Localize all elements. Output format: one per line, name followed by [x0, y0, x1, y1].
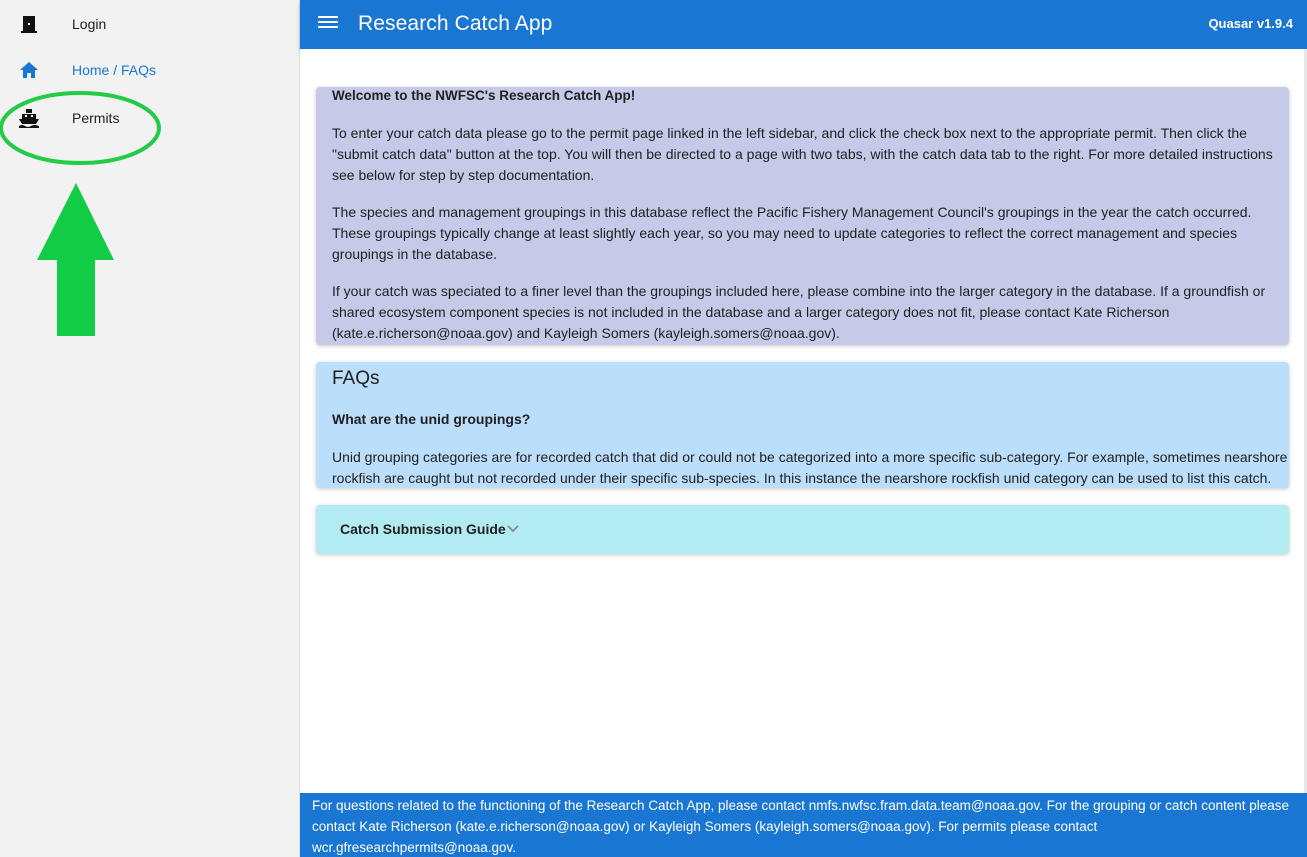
main-content: Welcome to the NWFSC's Research Catch Ap…: [300, 49, 1307, 793]
app-header: Research Catch App Quasar v1.9.4: [300, 0, 1307, 49]
door-icon: [18, 13, 40, 35]
version-label: Quasar v1.9.4: [1208, 16, 1293, 31]
app-footer: For questions related to the functioning…: [300, 793, 1307, 857]
guide-label: Catch Submission Guide: [340, 521, 506, 537]
sidebar-item-login[interactable]: Login: [0, 0, 300, 48]
app-title: Research Catch App: [358, 12, 553, 35]
sidebar-item-label: Permits: [72, 110, 120, 126]
boat-icon: [18, 107, 40, 129]
home-icon: [18, 59, 40, 81]
arrow-up-icon: [37, 183, 114, 336]
sidebar-item-label: Login: [72, 16, 107, 32]
welcome-paragraph: To enter your catch data please go to th…: [332, 125, 1273, 183]
sidebar-item-permits[interactable]: Permits: [0, 94, 300, 142]
sidebar-item-label: Home / FAQs: [72, 62, 157, 78]
faq-answer: Unid grouping categories are for recorde…: [332, 449, 1288, 486]
faqs-title: FAQs: [332, 368, 380, 389]
sidebar: Login Home / FAQs Permits: [0, 0, 300, 857]
catch-submission-guide-expansion[interactable]: Catch Submission Guide: [316, 505, 1289, 554]
menu-icon[interactable]: [318, 14, 340, 34]
faqs-card: FAQs What are the unid groupings? Unid g…: [316, 362, 1289, 488]
welcome-card: Welcome to the NWFSC's Research Catch Ap…: [316, 87, 1289, 345]
welcome-paragraph: The species and management groupings in …: [332, 204, 1252, 262]
chevron-down-icon[interactable]: [506, 521, 520, 535]
footer-text: For questions related to the functioning…: [312, 798, 1290, 855]
sidebar-item-home[interactable]: Home / FAQs: [0, 46, 300, 94]
welcome-title: Welcome to the NWFSC's Research Catch Ap…: [332, 88, 636, 103]
welcome-paragraph: If your catch was speciated to a finer l…: [332, 283, 1266, 341]
faq-question: What are the unid groupings?: [332, 411, 531, 427]
